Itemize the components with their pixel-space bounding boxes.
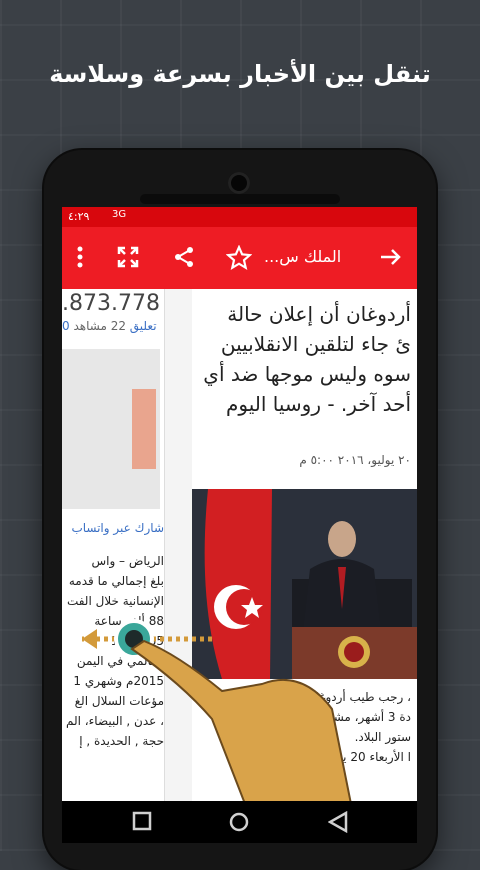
toolbar-title: الملك س... — [264, 247, 342, 266]
home-icon[interactable] — [228, 811, 250, 838]
back-triangle-icon[interactable] — [327, 810, 348, 838]
earpiece — [140, 194, 340, 204]
status-time: ٤:٢٩ — [68, 210, 90, 223]
swipe-gesture-overlay — [82, 619, 354, 809]
camera-icon — [228, 172, 250, 194]
promo-headline: تنقل بين الأخبار بسرعة وسلاسة — [49, 60, 431, 88]
star-icon[interactable] — [225, 244, 253, 277]
status-bar: ٤:٢٩ 3G — [62, 207, 417, 227]
arrowhead-icon — [82, 629, 97, 649]
article-pager[interactable]: .873.778 0 تعليق 22 مشاهد شارك عبر واتسا… — [62, 289, 417, 809]
share-icon[interactable] — [172, 245, 196, 275]
fullscreen-icon[interactable] — [116, 245, 140, 275]
app-toolbar: الملك س... — [62, 227, 417, 289]
recent-apps-icon[interactable] — [132, 811, 152, 836]
android-nav-bar — [62, 801, 417, 843]
hand-pointer-icon — [130, 639, 354, 809]
network-indicator: 3G — [112, 209, 127, 220]
more-vert-icon[interactable] — [76, 245, 84, 275]
back-arrow-icon[interactable] — [378, 245, 402, 275]
phone-screen: ٤:٢٩ 3G الملك س... .873.778 0 تعليق 22 م… — [62, 207, 417, 843]
